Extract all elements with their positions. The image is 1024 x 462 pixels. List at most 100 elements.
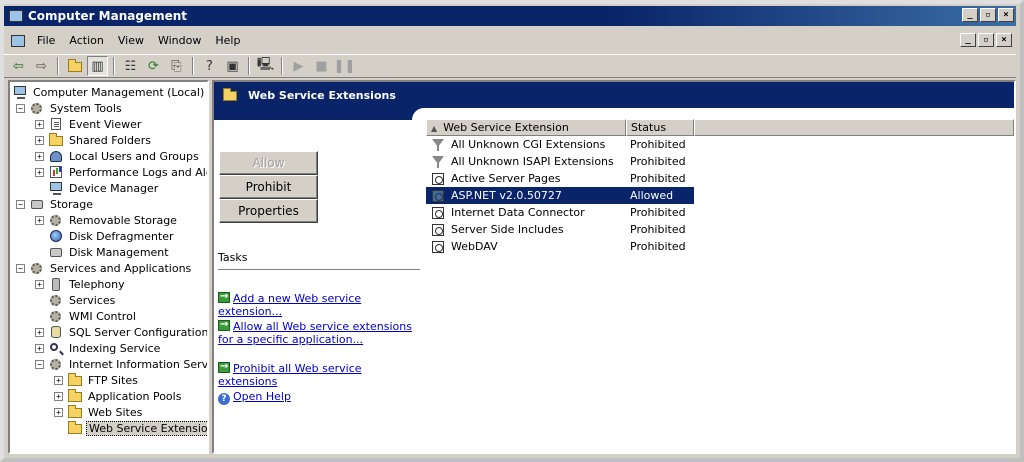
expand-icon[interactable]: + [35, 327, 44, 337]
tree-item-wmi-control[interactable]: WMI Control [35, 308, 138, 324]
filter-funnel-icon [430, 138, 446, 152]
title-bar[interactable]: Computer Management _ ▫ × [4, 6, 1016, 26]
expand-icon[interactable]: + [54, 391, 63, 401]
menu-help[interactable]: Help [208, 31, 247, 51]
expand-icon[interactable]: + [35, 151, 44, 161]
collapse-icon[interactable]: − [16, 263, 25, 273]
tree-item-shared-folders[interactable]: + Shared Folders [35, 132, 153, 148]
list-item[interactable]: All Unknown ISAPI Extensions Prohibited [426, 153, 694, 170]
task-open-help[interactable]: ? Open Help [218, 390, 420, 405]
properties-icon[interactable]: ☷ [120, 56, 141, 76]
tree-item-removable-storage[interactable]: + Removable Storage [35, 212, 179, 228]
pause-icon[interactable]: ❚❚ [334, 56, 356, 76]
task-prohibit-all[interactable]: Prohibit all Web service extensions [218, 360, 420, 388]
tree-item-iis[interactable]: − Internet Information Services [35, 356, 207, 372]
forward-arrow-icon[interactable]: ⇨ [31, 56, 52, 76]
toolbar-separator [281, 57, 283, 75]
export-list-icon[interactable]: ⎘ [166, 56, 187, 76]
column-header-extension[interactable]: ▲ Web Service Extension [426, 119, 626, 136]
tree-item-services[interactable]: Services [35, 292, 117, 308]
document-window-icon[interactable] [10, 34, 26, 48]
task-arrow-icon [218, 360, 230, 373]
mdi-minimize-button[interactable]: _ [960, 33, 976, 47]
tree-item-storage[interactable]: − Storage [16, 196, 95, 212]
tree-item-services-applications[interactable]: − Services and Applications [16, 260, 193, 276]
tree-item-web-sites[interactable]: + Web Sites [54, 404, 144, 420]
menu-bar: File Action View Window Help _ ▫ × [4, 30, 1016, 52]
tree-item-sql-server-config[interactable]: + SQL Server Configuration Manager [35, 324, 207, 340]
tree-item-telephony[interactable]: + Telephony [35, 276, 127, 292]
toolbar-separator [57, 57, 59, 75]
collapse-icon[interactable]: − [35, 359, 44, 369]
prohibit-all-link[interactable]: Prohibit all Web service extensions [218, 362, 362, 388]
console-tree[interactable]: Computer Management (Local) − System Too… [8, 80, 209, 454]
expand-icon[interactable]: + [35, 119, 44, 129]
allow-all-link[interactable]: Allow all Web service extensions for a s… [218, 320, 412, 346]
help-circle-icon: ? [218, 393, 230, 405]
list-item[interactable]: Server Side Includes Prohibited [426, 221, 694, 238]
properties-button[interactable]: Properties [219, 199, 318, 223]
expand-icon[interactable]: + [35, 167, 44, 177]
menu-view[interactable]: View [111, 31, 151, 51]
up-folder-icon[interactable] [64, 56, 85, 76]
refresh-icon[interactable]: ⟳ [143, 56, 164, 76]
list-item[interactable]: WebDAV Prohibited [426, 238, 694, 255]
action-pane-icon[interactable]: ▣ [222, 56, 243, 76]
help-icon[interactable]: ? [199, 56, 220, 76]
toolbar-separator [248, 57, 250, 75]
column-header-status[interactable]: Status [626, 119, 694, 136]
tree-item-application-pools[interactable]: + Application Pools [54, 388, 183, 404]
tree-root[interactable]: Computer Management (Local) [12, 84, 206, 100]
tree-item-disk-management[interactable]: Disk Management [35, 244, 171, 260]
tree-item-local-users-groups[interactable]: + Local Users and Groups [35, 148, 201, 164]
header-band [214, 108, 412, 120]
tree-item-disk-defragmenter[interactable]: Disk Defragmenter [35, 228, 176, 244]
panel-title: Web Service Extensions [248, 88, 396, 102]
menu-window[interactable]: Window [151, 31, 208, 51]
tree-item-device-manager[interactable]: Device Manager [35, 180, 160, 196]
play-icon[interactable]: ▶ [288, 56, 309, 76]
sql-server-icon [48, 325, 64, 339]
expand-icon[interactable]: + [35, 343, 44, 353]
restore-button[interactable]: ▫ [980, 8, 996, 22]
list-item-selected[interactable]: ASP.NET v2.0.50727 Allowed [426, 187, 694, 204]
computer-management-icon [8, 9, 24, 23]
stop-icon[interactable]: ■ [311, 56, 332, 76]
minimize-button[interactable]: _ [962, 8, 978, 22]
add-extension-link[interactable]: Add a new Web service extension... [218, 292, 361, 318]
allow-button[interactable]: Allow [219, 151, 318, 175]
prohibit-button[interactable]: Prohibit [219, 175, 318, 199]
back-arrow-icon[interactable]: ⇦ [8, 56, 29, 76]
expand-icon[interactable]: + [54, 407, 63, 417]
tree-item-ftp-sites[interactable]: + FTP Sites [54, 372, 140, 388]
task-add-extension[interactable]: Add a new Web service extension... [218, 290, 420, 318]
mdi-close-button[interactable]: × [996, 33, 1012, 47]
tree-item-web-service-extensions[interactable]: Web Service Extensions [54, 420, 207, 436]
folder-icon [67, 405, 83, 419]
show-hide-tree-icon[interactable]: ▥ [87, 56, 108, 76]
tree-item-indexing-service[interactable]: + Indexing Service [35, 340, 162, 356]
open-help-link[interactable]: Open Help [233, 390, 291, 403]
connect-computer-icon[interactable]: 🖳 [255, 56, 276, 76]
expand-icon[interactable]: + [54, 375, 63, 385]
expand-icon[interactable]: + [35, 135, 44, 145]
tree-item-system-tools[interactable]: − System Tools [16, 100, 124, 116]
task-allow-all[interactable]: Allow all Web service extensions for a s… [218, 318, 420, 346]
expand-icon[interactable]: + [35, 279, 44, 289]
collapse-icon[interactable]: − [16, 199, 25, 209]
collapse-icon[interactable]: − [16, 103, 25, 113]
folder-icon [67, 389, 83, 403]
mdi-restore-button[interactable]: ▫ [978, 33, 994, 47]
extension-icon [430, 189, 446, 203]
menu-action[interactable]: Action [62, 31, 110, 51]
expand-icon[interactable]: + [35, 215, 44, 225]
toolbar: ⇦ ⇨ ▥ ☷ ⟳ ⎘ ? ▣ 🖳 ▶ ■ ❚❚ [4, 54, 1016, 78]
tree-item-performance-logs[interactable]: + Performance Logs and Alerts [35, 164, 207, 180]
shared-folder-icon [48, 133, 64, 147]
list-item[interactable]: All Unknown CGI Extensions Prohibited [426, 136, 694, 153]
list-item[interactable]: Internet Data Connector Prohibited [426, 204, 694, 221]
close-button[interactable]: × [998, 8, 1014, 22]
list-item[interactable]: Active Server Pages Prohibited [426, 170, 694, 187]
tree-item-event-viewer[interactable]: + Event Viewer [35, 116, 143, 132]
menu-file[interactable]: File [30, 31, 62, 51]
